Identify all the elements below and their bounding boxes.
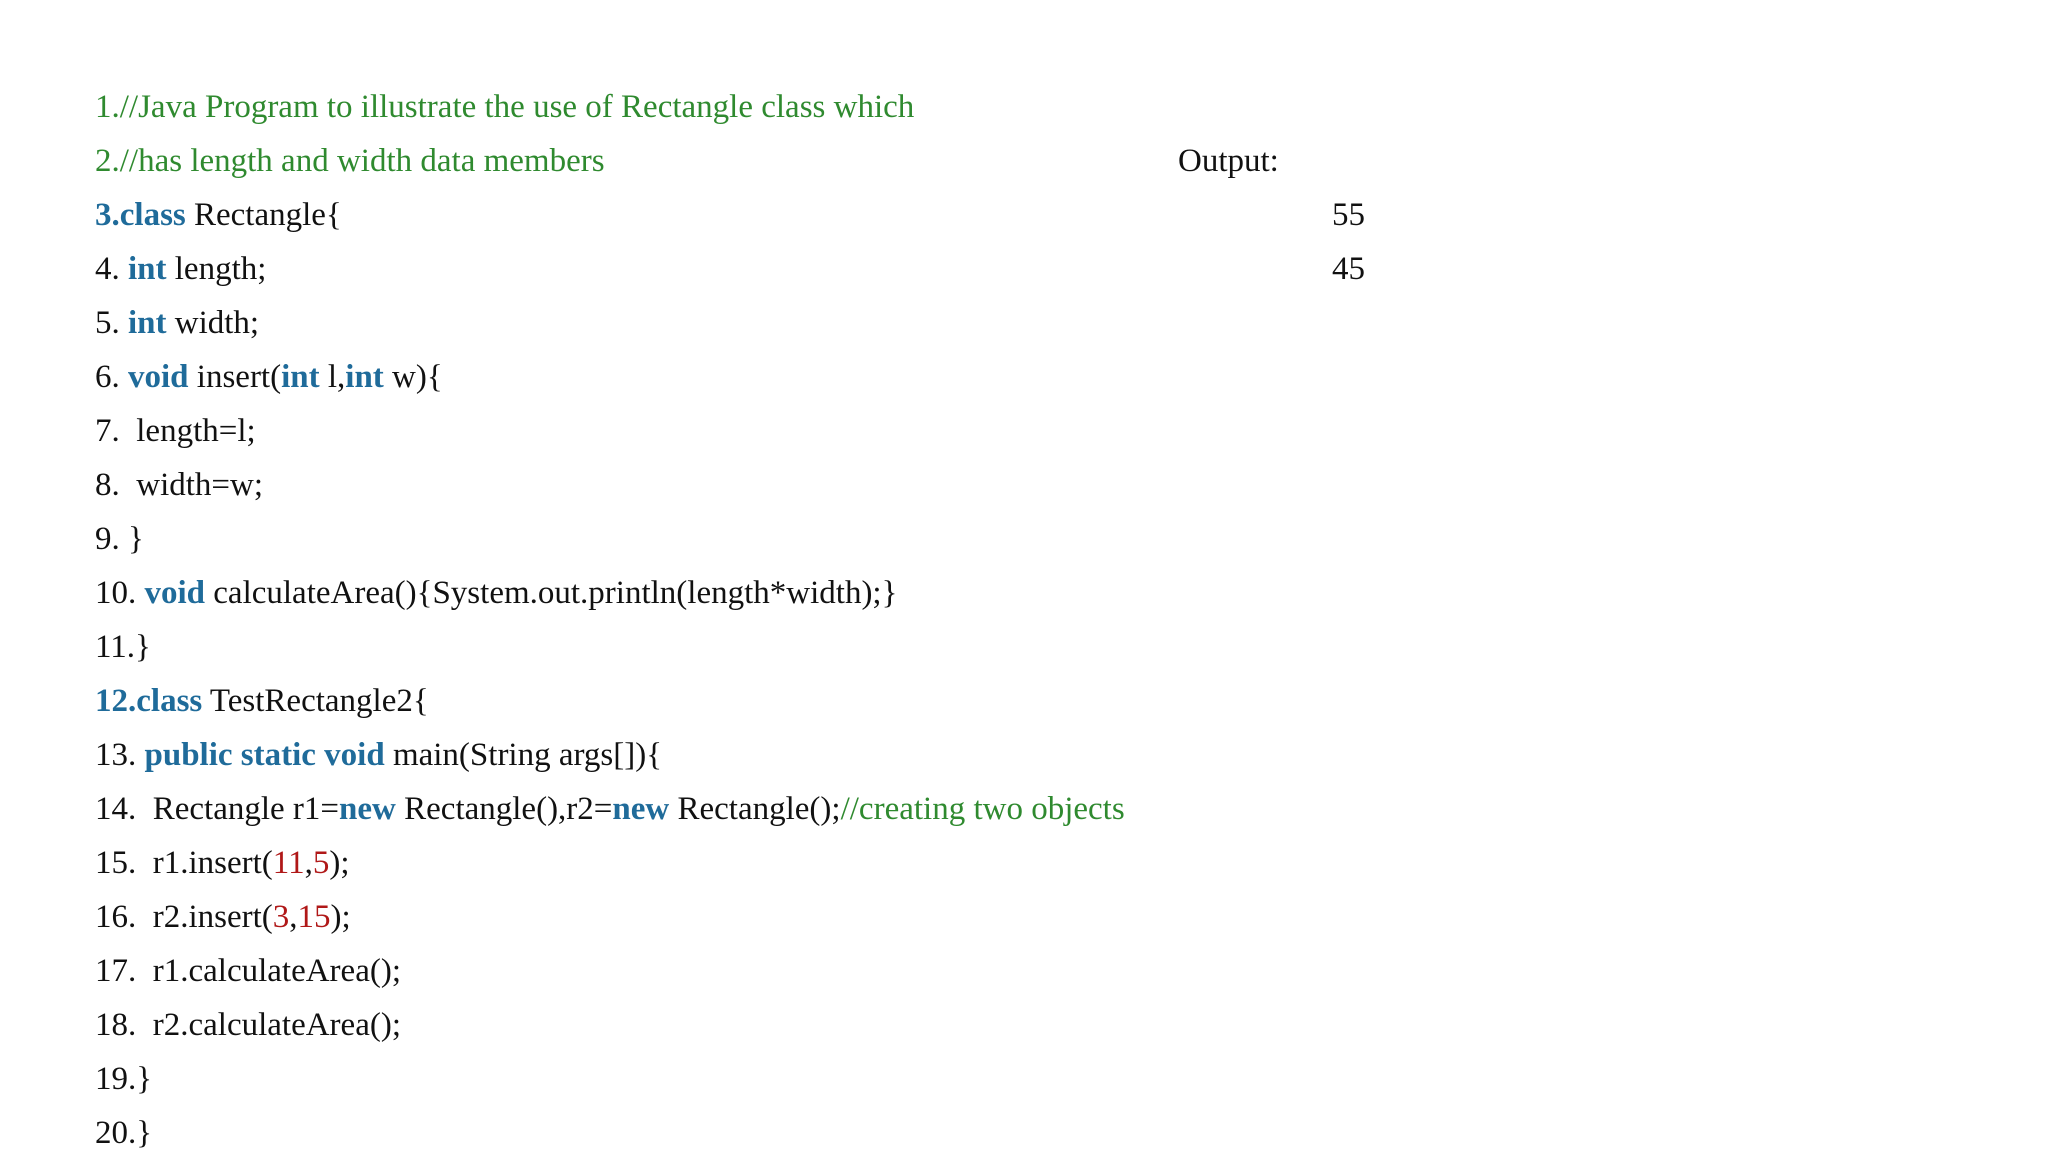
code-comment: 1.//Java Program to illustrate the use o… [95,89,915,125]
code-text: 16. r2.insert( [95,899,273,935]
code-keyword: void [128,359,189,395]
code-keyword: int [128,251,167,287]
output-value: 45 [1332,251,1365,287]
code-comment: 2.//has length and width data members [95,143,605,179]
code-keyword: int [345,359,384,395]
code-text: , [289,899,298,935]
code-text: calculateArea(){System.out.println(lengt… [205,575,898,611]
code-keyword: 12.class [95,683,203,719]
code-text: length; [166,251,267,287]
code-line: 17. r1.calculateArea(); [95,944,1125,998]
code-line: 15. r1.insert(11,5); [95,836,1125,890]
code-text: 18. r2.calculateArea(); [95,1007,401,1043]
code-text: w){ [383,359,443,395]
code-number: 15 [297,899,331,935]
code-text: 5. [95,305,128,341]
code-line: 13. public static void main(String args[… [95,728,1125,782]
code-text: 20.} [95,1115,153,1151]
code-comment: //creating two objects [840,791,1125,827]
code-line: 2.//has length and width data members [95,134,1125,188]
code-text: 14. Rectangle r1= [95,791,340,827]
code-text: Rectangle{ [185,197,342,233]
code-keyword: 3.class [95,197,186,233]
code-text: 6. [95,359,128,395]
code-text: 17. r1.calculateArea(); [95,953,401,989]
code-line: 8. width=w; [95,458,1125,512]
code-line: 6. void insert(int l,int w){ [95,350,1125,404]
code-text: l, [319,359,346,395]
code-line: 10. void calculateArea(){System.out.prin… [95,566,1125,620]
code-text: 15. r1.insert( [95,845,273,881]
code-keyword: new [339,791,396,827]
code-line: 3.class Rectangle{ [95,188,1125,242]
output-values: 55 45 [1332,188,1365,296]
code-keyword: int [281,359,320,395]
code-text: 8. width=w; [95,467,264,503]
code-text: 13. [95,737,145,773]
code-line: 5. int width; [95,296,1125,350]
code-keyword: public static void [144,737,385,773]
code-text: , [304,845,313,881]
code-text: width; [166,305,260,341]
code-text: ); [329,845,350,881]
code-line: 18. r2.calculateArea(); [95,998,1125,1052]
code-text: 19.} [95,1061,153,1097]
code-slide: 1.//Java Program to illustrate the use o… [0,0,2048,1152]
code-keyword: new [612,791,670,827]
code-number: 11 [272,845,305,881]
code-line: 9. } [95,512,1125,566]
code-text: 10. [95,575,145,611]
code-text: 9. } [95,521,144,557]
code-text: 7. length=l; [95,413,256,449]
code-line: 19.} [95,1052,1125,1106]
code-line: 7. length=l; [95,404,1125,458]
code-line: 12.class TestRectangle2{ [95,674,1125,728]
code-keyword: void [144,575,206,611]
code-text: insert( [188,359,282,395]
code-number: 3 [272,899,290,935]
code-line: 1.//Java Program to illustrate the use o… [95,80,1125,134]
output-label: Output: [1178,143,1279,179]
code-text: TestRectangle2{ [202,683,429,719]
code-line: 16. r2.insert(3,15); [95,890,1125,944]
code-keyword: int [128,305,167,341]
code-text: Rectangle(); [669,791,841,827]
code-text: 11.} [95,629,151,665]
code-number: 5 [312,845,330,881]
code-text: Rectangle(),r2= [395,791,613,827]
code-listing: 1.//Java Program to illustrate the use o… [95,80,1125,1160]
output-value: 55 [1332,197,1365,233]
code-line: 4. int length; [95,242,1125,296]
code-text: 4. [95,251,128,287]
code-text: ); [330,899,351,935]
code-text: main(String args[]){ [384,737,663,773]
code-line: 14. Rectangle r1=new Rectangle(),r2=new … [95,782,1125,836]
code-line: 11.} [95,620,1125,674]
